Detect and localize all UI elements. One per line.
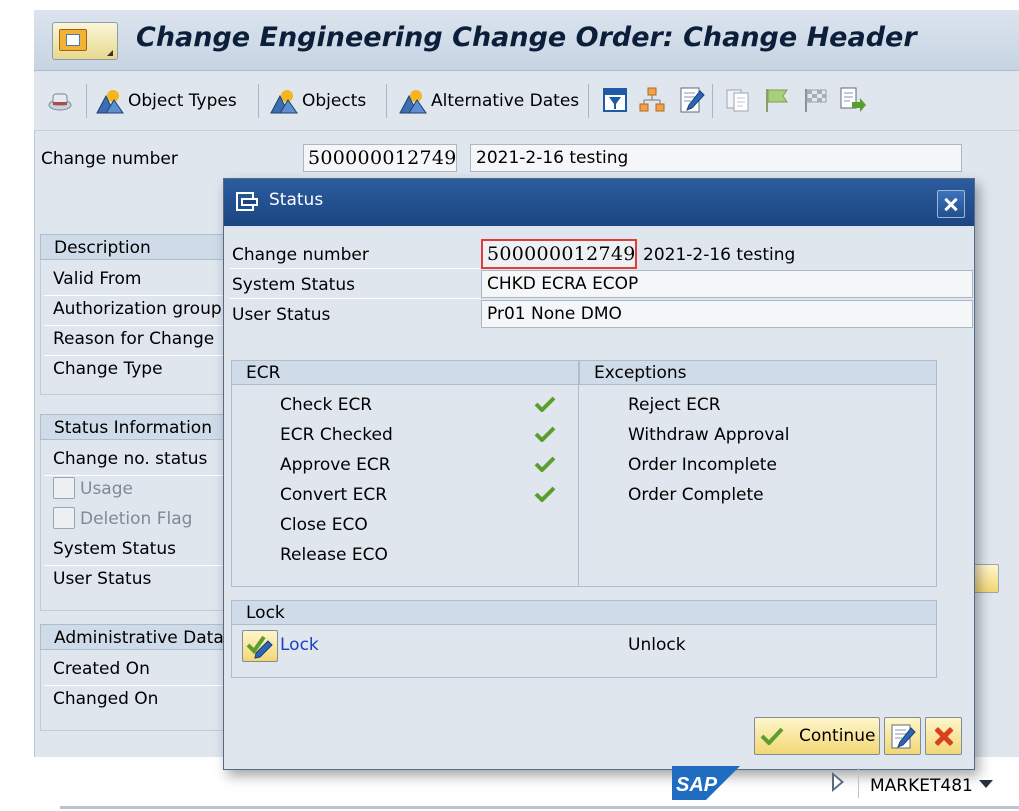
alternative-dates-button[interactable]: Alternative Dates	[431, 91, 579, 111]
ecr-checked-checkmark-icon	[534, 426, 556, 442]
dialog-title-bar	[224, 179, 974, 226]
edit-button[interactable]	[884, 717, 921, 755]
ecr-panel-header: ECR	[231, 360, 579, 385]
object-types-button[interactable]: Object Types	[128, 91, 237, 111]
check-ecr-checkmark-icon	[534, 396, 556, 412]
dialog-change-description: 2021-2-16 testing	[643, 245, 796, 265]
administrative-data-group-header: Administrative Data	[40, 624, 240, 650]
ecr-item-ecr-checked[interactable]: ECR Checked	[280, 425, 393, 445]
user-status-button[interactable]	[972, 564, 999, 593]
dialog-system-status-label: System Status	[232, 275, 355, 295]
bottom-border	[60, 806, 1019, 809]
deletion-flag-checkbox[interactable]	[53, 507, 75, 529]
objects-icon	[270, 90, 298, 114]
usage-checkbox[interactable]	[53, 477, 75, 499]
row-divider	[44, 295, 224, 296]
valid-from-label: Valid From	[53, 269, 142, 289]
footer-expand-icon-inner	[834, 776, 841, 788]
green-flag-icon[interactable]	[763, 86, 791, 114]
toolbar-separator	[86, 84, 87, 118]
user-status-label: User Status	[53, 569, 152, 589]
cancel-button[interactable]	[925, 717, 962, 755]
exception-reject-ecr[interactable]: Reject ECR	[628, 395, 721, 415]
dialog-title: Status	[269, 190, 324, 210]
menu-icon	[59, 29, 87, 51]
continue-check-icon	[760, 727, 784, 745]
toolbar-separator	[588, 84, 589, 118]
sap-logo: SAP	[672, 766, 740, 800]
row-divider	[44, 565, 224, 566]
ecr-item-close-eco[interactable]: Close ECO	[280, 515, 368, 535]
row-divider	[44, 685, 224, 686]
row-divider	[44, 355, 224, 356]
lock-panel-header: Lock	[231, 600, 937, 625]
system-status-label: System Status	[53, 539, 176, 559]
filter-table-icon[interactable]	[601, 86, 629, 114]
object-types-icon	[96, 90, 124, 114]
exceptions-panel-header: Exceptions	[579, 360, 937, 385]
menu-button[interactable]	[52, 22, 118, 60]
created-on-label: Created On	[53, 659, 150, 679]
description-group-header: Description	[40, 234, 240, 260]
dialog-window-icon	[236, 192, 258, 211]
exception-withdraw-approval[interactable]: Withdraw Approval	[628, 425, 790, 445]
authorization-group-label: Authorization group	[53, 299, 222, 319]
change-number-label: Change number	[41, 149, 178, 169]
lock-panel	[231, 624, 937, 678]
dialog-close-button[interactable]	[937, 190, 965, 218]
system-name: MARKET481	[870, 776, 973, 796]
lock-button[interactable]	[242, 630, 278, 662]
ecr-item-check-ecr[interactable]: Check ECR	[280, 395, 372, 415]
other-object-icon[interactable]	[46, 88, 74, 116]
dialog-change-number-label: Change number	[232, 245, 369, 265]
ecr-item-convert-ecr[interactable]: Convert ECR	[280, 485, 387, 505]
menu-dropdown-icon	[107, 50, 113, 56]
toolbar-separator	[712, 84, 713, 118]
page-title: Change Engineering Change Order: Change …	[136, 22, 917, 53]
exception-order-complete[interactable]: Order Complete	[628, 485, 764, 505]
ecr-item-release-eco[interactable]: Release ECO	[280, 545, 388, 565]
edit-document-icon[interactable]	[678, 86, 706, 114]
convert-ecr-checkmark-icon	[534, 486, 556, 502]
row-divider	[44, 325, 224, 326]
alternative-dates-icon	[399, 90, 427, 114]
row-divider	[44, 475, 224, 476]
toolbar-separator	[386, 84, 387, 118]
reason-for-change-label: Reason for Change	[53, 329, 215, 349]
continue-button-label: Continue	[799, 726, 876, 746]
lock-link[interactable]: Lock	[280, 635, 319, 655]
status-information-group-header: Status Information	[40, 414, 240, 440]
approve-ecr-checkmark-icon	[534, 456, 556, 472]
dialog-system-status-field[interactable]: CHKD ECRA ECOP	[481, 270, 973, 298]
dialog-change-number-field[interactable]: 500000012749	[481, 239, 637, 269]
usage-label: Usage	[80, 479, 133, 499]
change-description-field[interactable]: 2021-2-16 testing	[470, 144, 962, 172]
checkered-flag-icon[interactable]	[802, 86, 830, 114]
unlock-label[interactable]: Unlock	[628, 635, 686, 655]
toolbar-separator	[258, 84, 259, 118]
change-no-status-label: Change no. status	[53, 449, 208, 469]
system-dropdown-icon[interactable]	[979, 780, 993, 788]
edit-check-icon	[246, 635, 273, 659]
copy-icon[interactable]	[724, 86, 752, 114]
dialog-user-status-field[interactable]: Pr01 None DMO	[481, 300, 973, 328]
row-divider	[230, 268, 480, 269]
ecr-item-approve-ecr[interactable]: Approve ECR	[280, 455, 391, 475]
change-number-field[interactable]: 500000012749	[303, 144, 457, 172]
edit-icon	[891, 724, 916, 749]
footer-separator	[858, 768, 859, 798]
row-divider	[230, 298, 480, 299]
objects-button[interactable]: Objects	[302, 91, 366, 111]
hierarchy-icon[interactable]	[638, 86, 666, 114]
deletion-flag-label: Deletion Flag	[80, 509, 193, 529]
exception-order-incomplete[interactable]: Order Incomplete	[628, 455, 777, 475]
dialog-user-status-label: User Status	[232, 305, 331, 325]
changed-on-label: Changed On	[53, 689, 159, 709]
document-export-icon[interactable]	[838, 86, 866, 114]
change-type-label: Change Type	[53, 359, 163, 379]
sap-logo-text: SAP	[676, 774, 718, 796]
